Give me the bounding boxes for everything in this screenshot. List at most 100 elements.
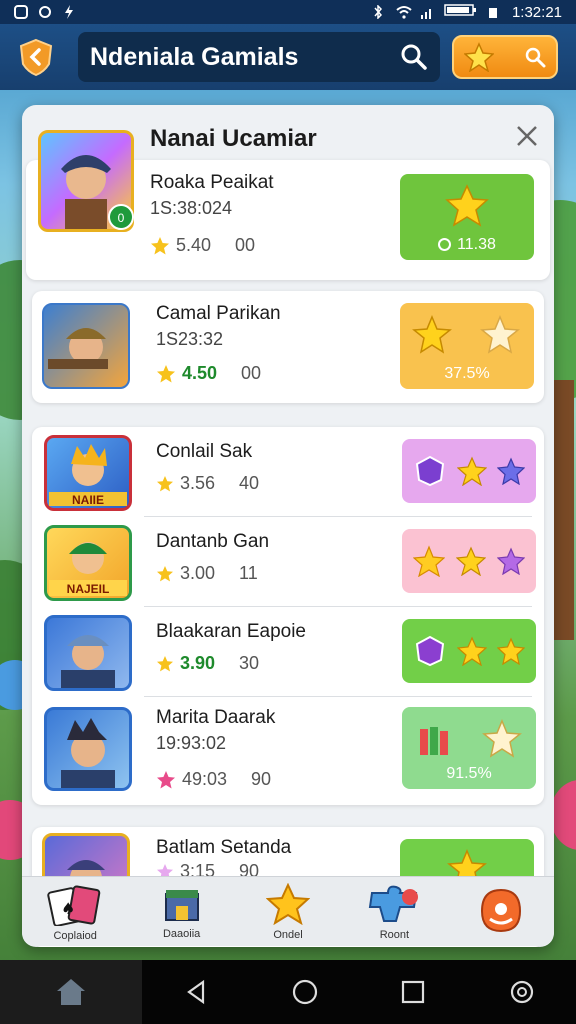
reward-value: 11.38 bbox=[400, 236, 534, 254]
avatar bbox=[44, 707, 132, 791]
reward-value: 37.5% bbox=[444, 365, 490, 382]
home-nav-button[interactable] bbox=[251, 978, 360, 1006]
player-time: 19:93:02 bbox=[156, 733, 227, 753]
reward-box[interactable]: 91.5% bbox=[402, 707, 536, 789]
cards-icon: ♠ bbox=[47, 884, 101, 926]
star-icon bbox=[157, 770, 175, 788]
wifi-icon bbox=[396, 5, 412, 19]
star-icon bbox=[464, 42, 494, 72]
player-list: NAIIE Conlail Sak 3.56 40 NAJEIL Dantanb … bbox=[32, 427, 544, 805]
title-bar: Ndeniala Gamials bbox=[78, 32, 440, 82]
signal-icon bbox=[420, 5, 434, 19]
star-icon bbox=[266, 882, 311, 925]
search-icon bbox=[525, 47, 546, 68]
reward-box[interactable]: 37.5% bbox=[400, 303, 534, 389]
player-name: Blaakaran Eapoie bbox=[156, 621, 306, 642]
home-icon bbox=[57, 979, 85, 1005]
player-name: Batlam Setanda bbox=[156, 837, 292, 858]
reward-box[interactable]: 11.38 bbox=[400, 174, 534, 260]
recents-square-icon bbox=[402, 980, 425, 1004]
svg-text:NAIIE: NAIIE bbox=[72, 493, 104, 507]
list-item[interactable]: NAJEIL Dantanb Gan 3.00 11 bbox=[32, 517, 544, 607]
star-face-icon bbox=[413, 545, 446, 577]
battery-icon bbox=[444, 3, 478, 21]
star-icon bbox=[457, 636, 487, 666]
list-item[interactable]: NAIIE Conlail Sak 3.56 40 bbox=[32, 427, 544, 517]
list-item[interactable]: Marita Daarak 19:93:02 49:03 90 91.5% bbox=[32, 697, 544, 797]
list-item[interactable]: Blaakaran Eapoie 3.90 30 bbox=[32, 607, 544, 697]
nav-item-star[interactable]: Ondel bbox=[235, 877, 341, 946]
puzzle-icon bbox=[369, 885, 419, 922]
player-name: Camal Parikan bbox=[156, 303, 281, 324]
nav-label: Coplaiod bbox=[53, 929, 97, 942]
status-bar: 1:32:21 bbox=[0, 0, 576, 24]
star-outline-icon bbox=[482, 719, 522, 758]
player-name: Dantanb Gan bbox=[156, 531, 270, 552]
star-icon bbox=[497, 457, 525, 485]
player-rating: 3.00 11 bbox=[156, 563, 258, 584]
nav-item-cards[interactable]: ♠ Coplaiod bbox=[22, 877, 128, 946]
clock: 1:32:21 bbox=[511, 3, 562, 21]
nav-label: Daaoiia bbox=[162, 927, 201, 940]
star-icon bbox=[157, 475, 173, 491]
recents-nav-button[interactable] bbox=[359, 979, 468, 1005]
star-icon bbox=[412, 315, 452, 354]
star-icon bbox=[157, 655, 173, 671]
gem-icon bbox=[415, 635, 445, 667]
shield-back-icon bbox=[19, 38, 53, 76]
favorites-button[interactable] bbox=[452, 35, 558, 79]
player-time: 1S:38:024 bbox=[150, 198, 233, 218]
svg-text:♠: ♠ bbox=[61, 899, 75, 918]
star-icon bbox=[151, 236, 169, 254]
bluetooth-icon bbox=[372, 4, 386, 20]
nav-item-profile[interactable] bbox=[448, 877, 554, 946]
back-button[interactable] bbox=[16, 37, 56, 77]
settings-icon bbox=[38, 5, 52, 19]
books-icon bbox=[420, 727, 448, 755]
player-rating: 3.56 40 bbox=[156, 473, 259, 494]
player-card[interactable]: Camal Parikan 1S23:32 4.50 00 37.5% bbox=[32, 291, 544, 403]
star-icon bbox=[455, 546, 486, 576]
app-bar: Ndeniala Gamials bbox=[0, 24, 576, 90]
bottom-nav: ♠ Coplaiod Daaoiia Ondel Roont bbox=[22, 876, 554, 946]
assistant-button[interactable] bbox=[468, 978, 576, 1006]
avatar bbox=[42, 303, 130, 389]
player-name: Roaka Peaikat bbox=[150, 172, 274, 193]
svg-text:NAJEIL: NAJEIL bbox=[67, 582, 110, 596]
reward-box[interactable] bbox=[402, 619, 536, 683]
star-icon bbox=[157, 565, 173, 581]
reward-box[interactable] bbox=[402, 439, 536, 503]
nav-label: Ondel bbox=[273, 928, 303, 941]
player-rating: 4.50 00 bbox=[156, 363, 261, 384]
flash-icon bbox=[62, 5, 76, 19]
back-nav-button[interactable] bbox=[142, 979, 251, 1005]
back-triangle-icon bbox=[187, 979, 205, 1005]
home-circle-icon bbox=[292, 979, 317, 1005]
app-title: Ndeniala Gamials bbox=[90, 42, 299, 71]
nav-label: Roont bbox=[379, 928, 410, 941]
star-icon bbox=[457, 456, 487, 486]
star-icon bbox=[496, 547, 525, 575]
profile-icon bbox=[480, 888, 521, 932]
nav-item-puzzle[interactable]: Roont bbox=[341, 877, 447, 946]
featured-card[interactable]: 0 Roaka Peaikat 1S:38:024 5.40 00 11.38 bbox=[26, 130, 550, 280]
player-rating: 5.40 00 bbox=[150, 235, 255, 256]
launcher-home-button[interactable] bbox=[0, 960, 142, 1024]
search-icon[interactable] bbox=[400, 43, 428, 71]
coin-icon bbox=[438, 238, 452, 252]
player-rating: 49:03 90 bbox=[156, 769, 271, 790]
avatar bbox=[44, 615, 132, 691]
system-nav-bar bbox=[0, 960, 576, 1024]
star-icon bbox=[157, 364, 175, 382]
player-rating: 3.90 30 bbox=[156, 653, 259, 674]
avatar: NAJEIL bbox=[44, 525, 132, 601]
close-icon[interactable] bbox=[514, 123, 540, 149]
panel-title: Nanai Ucamiar bbox=[150, 125, 317, 152]
star-icon bbox=[497, 637, 525, 665]
player-time: 1S23:32 bbox=[156, 329, 224, 349]
nav-item-shop[interactable]: Daaoiia bbox=[128, 877, 234, 946]
avatar: NAIIE bbox=[44, 435, 132, 511]
reward-box[interactable] bbox=[402, 529, 536, 593]
player-name: Marita Daarak bbox=[156, 707, 276, 728]
leaderboard-panel: Nanai Ucamiar 0 Roaka Peaikat 1S:38:024 … bbox=[22, 105, 554, 947]
